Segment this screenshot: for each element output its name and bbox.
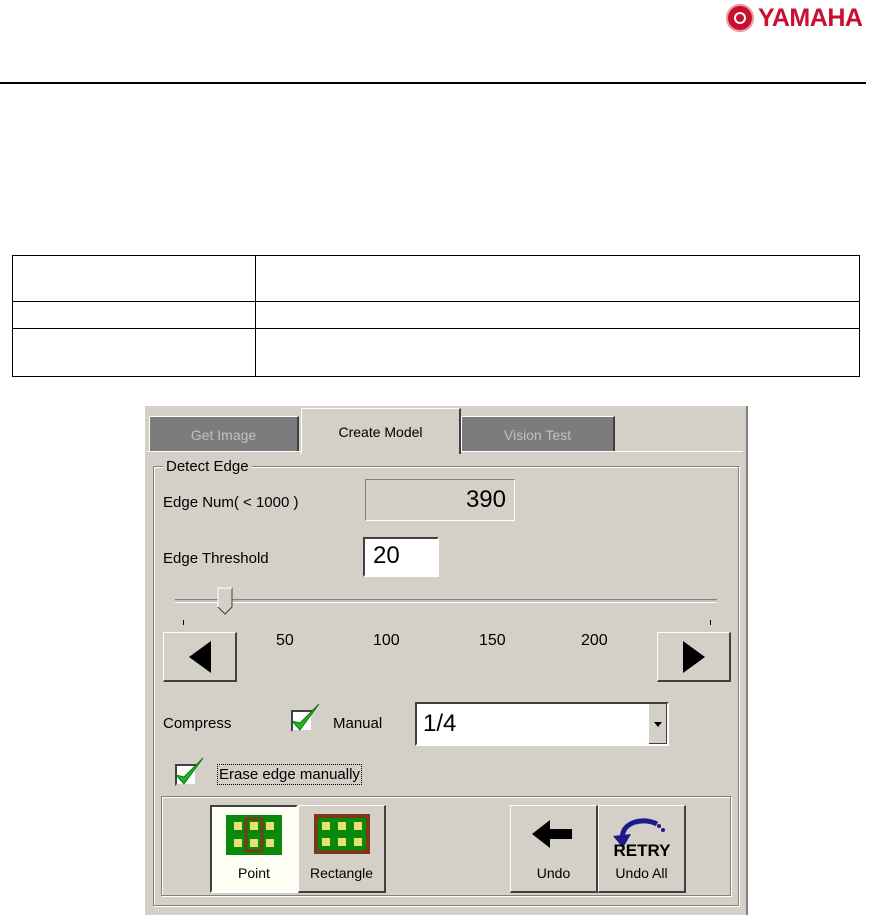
table-row xyxy=(13,329,859,376)
manual-label: Manual xyxy=(333,715,383,732)
increase-threshold-button[interactable] xyxy=(657,632,731,682)
header-rule xyxy=(0,82,866,84)
tab-create-model[interactable]: Create Model xyxy=(301,408,461,454)
arrow-back-icon xyxy=(531,820,572,848)
edge-threshold-input[interactable]: 20 xyxy=(363,537,439,577)
compress-label: Compress xyxy=(163,715,232,732)
tuning-fork-emblem-icon xyxy=(726,4,754,32)
scale-label: 50 xyxy=(276,632,294,649)
slider-tick xyxy=(183,620,184,625)
document-table xyxy=(12,255,860,377)
scale-label: 200 xyxy=(581,632,608,649)
edge-num-label: Edge Num( < 1000 ) xyxy=(163,494,299,511)
compress-ratio-value: 1/4 xyxy=(423,710,457,737)
undo-button[interactable]: Undo xyxy=(510,805,598,893)
tab-vision-test[interactable]: Vision Test xyxy=(461,416,615,452)
manual-checkbox[interactable] xyxy=(287,702,321,736)
undo-label: Undo xyxy=(536,865,571,881)
edge-threshold-label: Edge Threshold xyxy=(163,550,269,567)
rectangle-label: Rectangle xyxy=(309,865,374,881)
threshold-slider-thumb[interactable] xyxy=(217,587,233,615)
scale-label: 150 xyxy=(479,632,506,649)
retry-icon: RETRY xyxy=(612,818,671,858)
checkmark-icon xyxy=(290,703,320,731)
retry-text: RETRY xyxy=(613,841,671,858)
tab-get-image[interactable]: Get Image xyxy=(149,416,299,452)
slider-tick xyxy=(710,620,711,625)
vision-dialog: Get Image Create Model Vision Test Detec… xyxy=(144,406,748,915)
undo-all-label: Undo All xyxy=(615,865,668,881)
point-label: Point xyxy=(238,865,270,881)
arrow-right-icon xyxy=(682,640,705,673)
arrow-left-icon xyxy=(188,640,211,673)
table-row xyxy=(13,256,859,302)
logo-text: YAMAHA xyxy=(758,3,863,32)
pcb-point-icon xyxy=(226,815,282,855)
scale-label: 100 xyxy=(373,632,400,649)
yamaha-logo: YAMAHA xyxy=(726,2,863,34)
compress-ratio-select[interactable]: 1/4 xyxy=(415,702,669,746)
threshold-slider-track[interactable] xyxy=(175,599,717,603)
table-row xyxy=(13,302,859,329)
pcb-rectangle-icon xyxy=(313,814,370,854)
point-tool-button[interactable]: Point xyxy=(210,805,298,893)
edge-num-readout: 390 xyxy=(365,479,515,521)
erase-edge-checkbox[interactable] xyxy=(171,756,205,790)
decrease-threshold-button[interactable] xyxy=(163,632,237,682)
edit-tools-group: Point Rectangle Undo RETRY Undo All xyxy=(161,796,731,896)
erase-edge-label: Erase edge manually xyxy=(217,764,362,785)
undo-all-button[interactable]: RETRY Undo All xyxy=(598,805,686,893)
detect-edge-title: Detect Edge xyxy=(163,458,252,475)
checkmark-icon xyxy=(174,757,204,785)
chevron-down-icon[interactable] xyxy=(648,704,667,744)
rectangle-tool-button[interactable]: Rectangle xyxy=(298,805,386,893)
